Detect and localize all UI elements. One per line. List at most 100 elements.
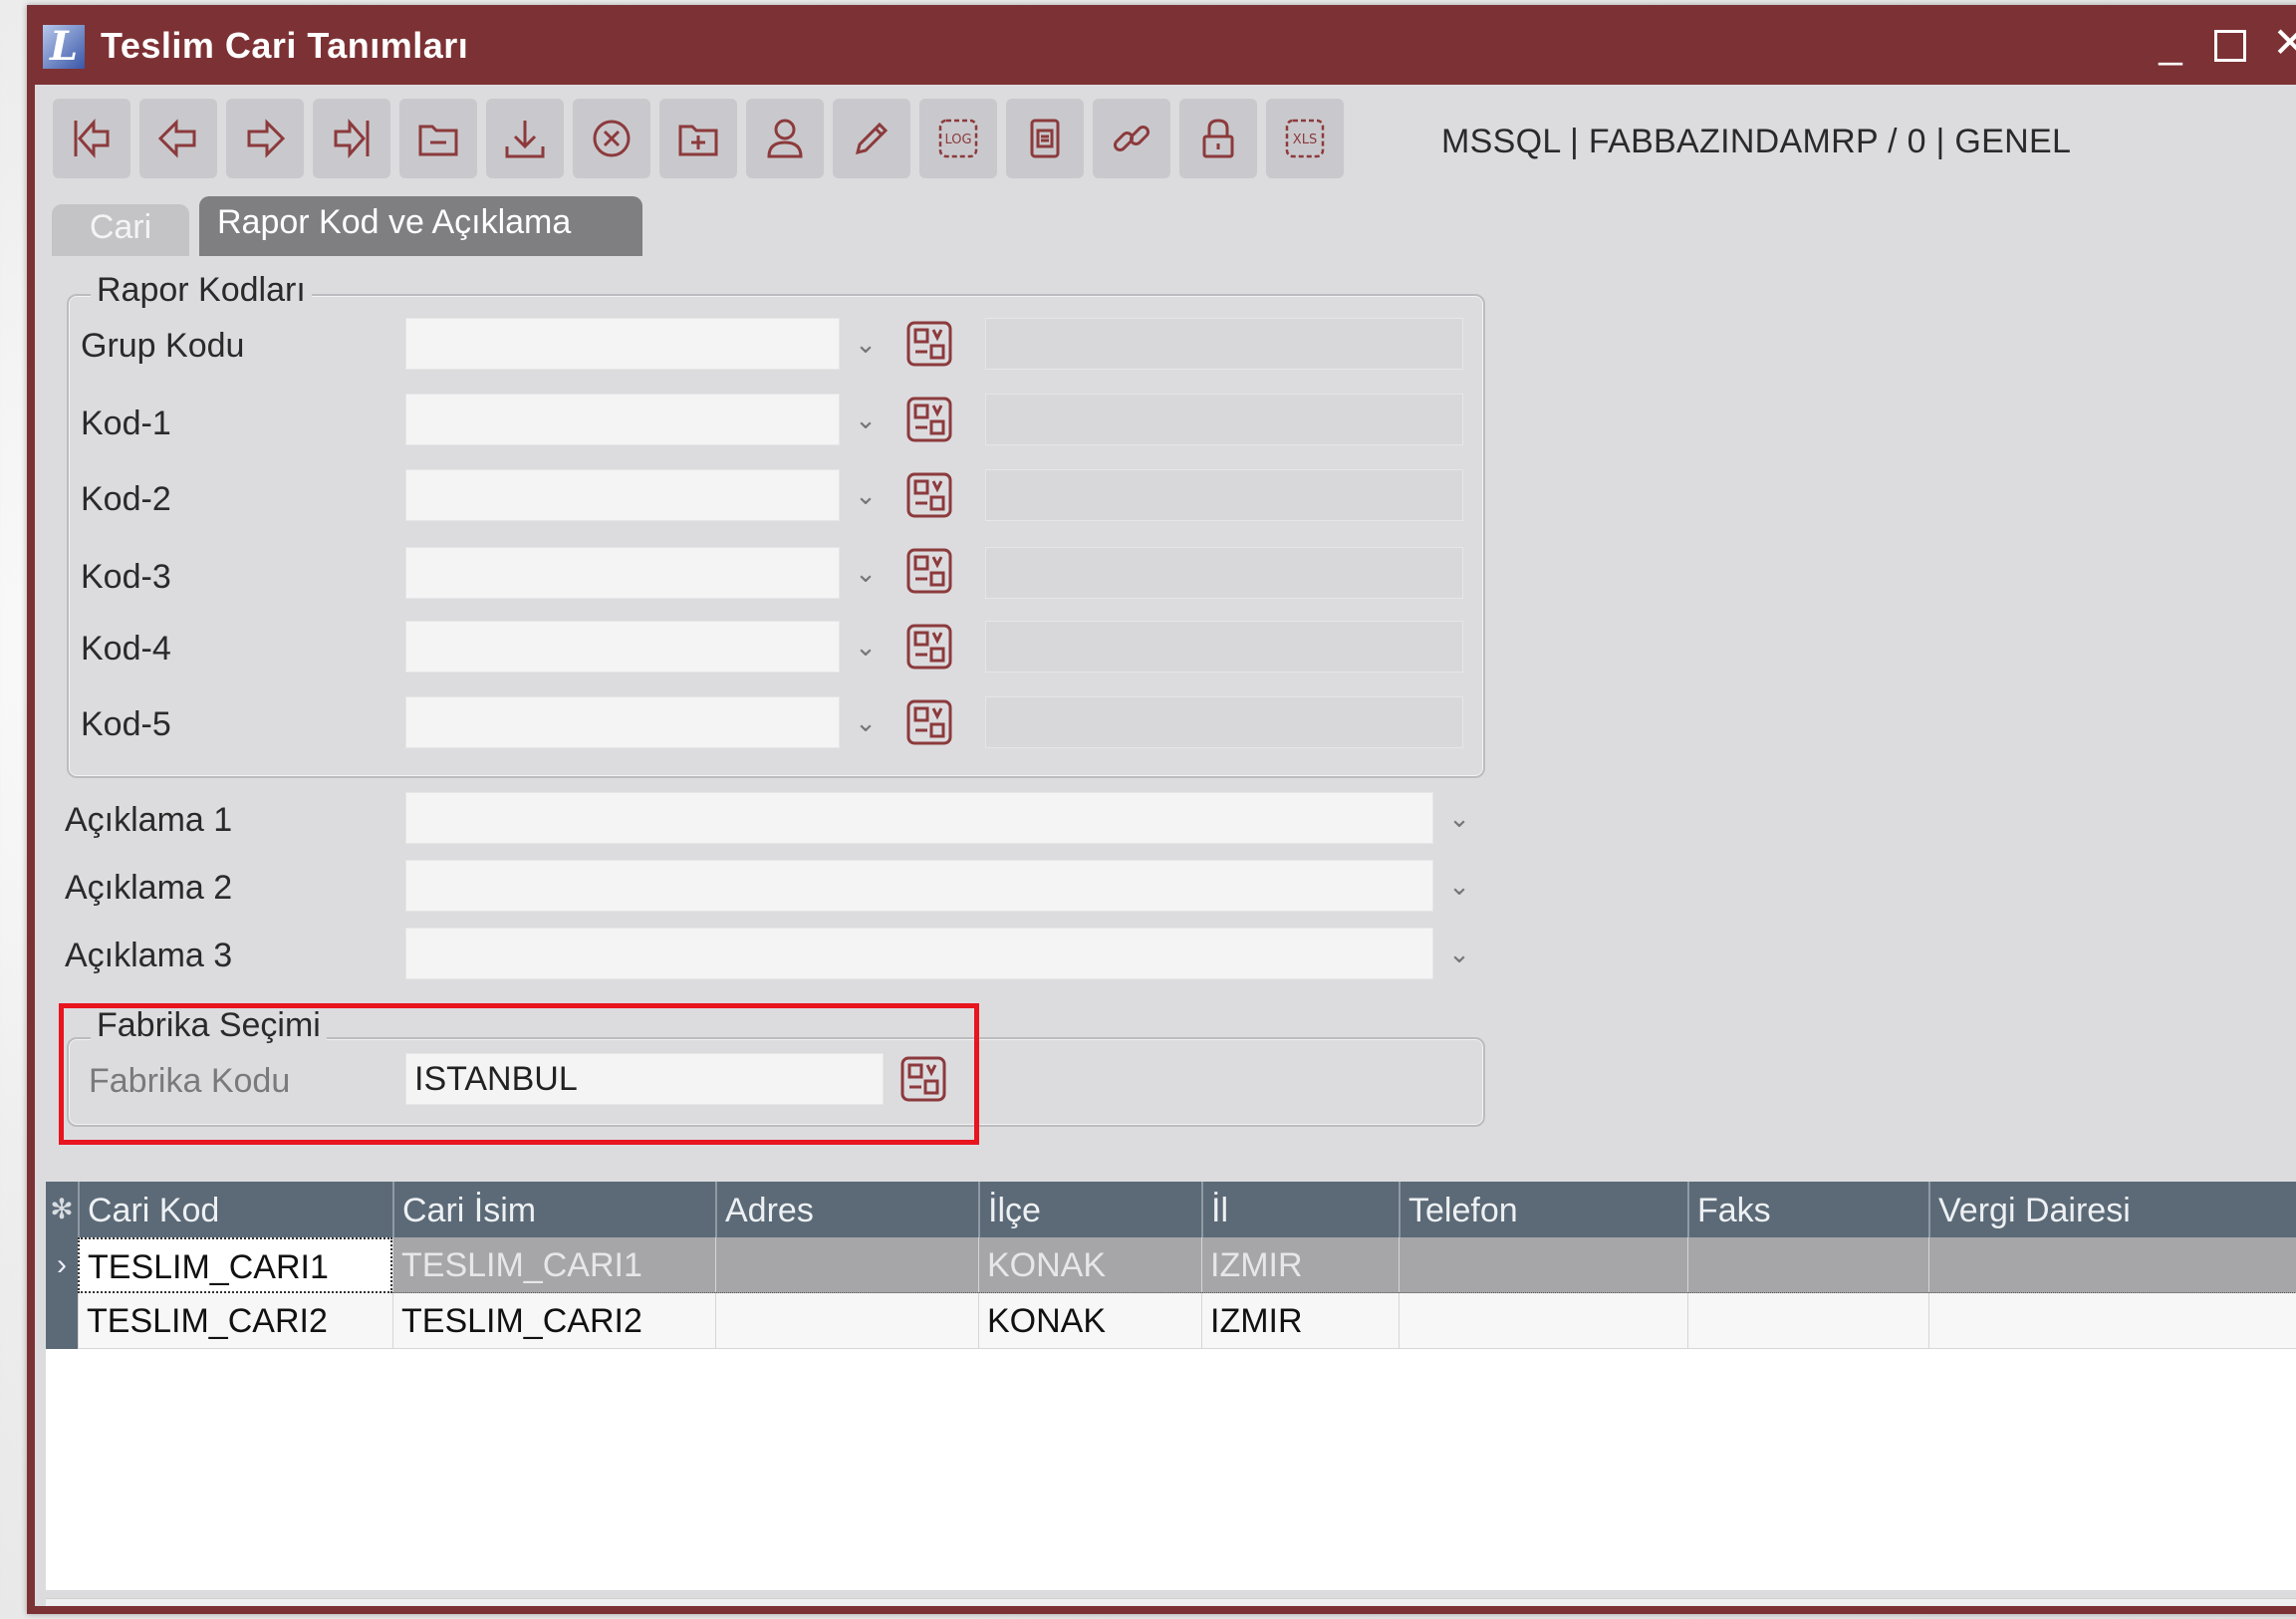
connection-info: MSSQL | FABBAZINDAMRP / 0 | GENEL <box>1441 123 2072 160</box>
kod-4-lookup-button[interactable] <box>903 621 955 673</box>
link-icon <box>1113 125 1150 152</box>
aciklama-2-dropdown-icon[interactable]: ⌄ <box>1443 870 1475 902</box>
kod-5-lookup-button[interactable] <box>903 696 955 748</box>
kod-4-input[interactable] <box>405 621 840 673</box>
kod-4-description <box>985 621 1463 673</box>
kod-4-dropdown-icon[interactable]: ⌄ <box>850 631 882 663</box>
grid-corner-icon[interactable]: ✻ <box>46 1182 78 1237</box>
app-logo-icon: L <box>43 25 85 69</box>
cell-il[interactable]: IZMIR <box>1201 1237 1399 1293</box>
maximize-icon <box>2214 29 2246 62</box>
rapor-kodlari-title: Rapor Kodları <box>91 270 312 310</box>
main-window: L Teslim Cari Tanımları _ ✕ LOG XLS MSSQ… <box>27 5 2296 1614</box>
aciklama-3-dropdown-icon[interactable]: ⌄ <box>1443 938 1475 969</box>
kod-1-lookup-button[interactable] <box>903 394 955 445</box>
close-button[interactable]: ✕ <box>2268 19 2296 67</box>
maximize-button[interactable] <box>2208 19 2252 67</box>
aciklama-1-dropdown-icon[interactable]: ⌄ <box>1443 802 1475 834</box>
kod-5-input[interactable] <box>405 696 840 748</box>
kod-2-input[interactable] <box>405 469 840 521</box>
horizontal-scrollbar[interactable]: < > <box>46 1598 2296 1606</box>
first-record-button[interactable] <box>53 99 130 178</box>
edit-button[interactable] <box>833 99 910 178</box>
cell-ilce[interactable]: KONAK <box>978 1237 1201 1293</box>
cell-cari-isim[interactable]: TESLIM_CARI2 <box>392 1293 715 1349</box>
copy-button[interactable] <box>659 99 737 178</box>
kod-3-dropdown-icon[interactable]: ⌄ <box>850 557 882 589</box>
log-button-label: LOG <box>944 133 971 147</box>
kod-3-lookup-button[interactable] <box>903 545 955 597</box>
lookup-icon <box>906 548 952 594</box>
aciklama-2-input[interactable] <box>405 860 1433 912</box>
cell-vergi-dairesi[interactable] <box>1928 1237 2296 1293</box>
row-indicator <box>46 1293 78 1349</box>
cari-grid: ✻ Cari Kod Cari İsim Adres İlçe İl Telef… <box>46 1182 2296 1590</box>
last-record-button[interactable] <box>313 99 390 178</box>
cancel-circle-icon <box>593 120 631 157</box>
cell-faks[interactable] <box>1687 1293 1928 1349</box>
kod-2-lookup-button[interactable] <box>903 469 955 521</box>
new-record-button[interactable] <box>399 99 477 178</box>
kod-5-dropdown-icon[interactable]: ⌄ <box>850 706 882 738</box>
grup-kodu-lookup-button[interactable] <box>903 318 955 370</box>
cell-adres[interactable] <box>715 1237 978 1293</box>
col-header-cari-isim[interactable]: Cari İsim <box>392 1182 715 1237</box>
grup-kodu-dropdown-icon[interactable]: ⌄ <box>850 328 882 360</box>
table-row[interactable]: › TESLIM_CARI1 TESLIM_CARI1 KONAK IZMIR <box>46 1237 2296 1293</box>
kod-3-input[interactable] <box>405 547 840 599</box>
fabrika-highlight-box <box>59 1003 979 1145</box>
first-icon <box>74 119 110 158</box>
tab-rapor-kod-aciklama[interactable]: Rapor Kod ve Açıklama <box>199 196 642 256</box>
cell-vergi-dairesi[interactable] <box>1928 1293 2296 1349</box>
col-header-vergi-dairesi[interactable]: Vergi Dairesi <box>1928 1182 2296 1237</box>
col-header-il[interactable]: İl <box>1201 1182 1399 1237</box>
tab-cari[interactable]: Cari <box>52 204 189 256</box>
kod-1-input[interactable] <box>405 394 840 445</box>
col-header-ilce[interactable]: İlçe <box>978 1182 1201 1237</box>
kod-3-description <box>985 547 1463 599</box>
aciklama-3-input[interactable] <box>405 928 1433 979</box>
aciklama-1-input[interactable] <box>405 792 1433 844</box>
lookup-icon <box>906 472 952 518</box>
col-header-cari-kod[interactable]: Cari Kod <box>78 1182 392 1237</box>
save-button[interactable] <box>486 99 564 178</box>
minimize-button[interactable]: _ <box>2149 19 2192 67</box>
cell-cari-isim[interactable]: TESLIM_CARI1 <box>392 1237 715 1293</box>
user-button[interactable] <box>746 99 824 178</box>
cell-cari-kod[interactable]: TESLIM_CARI1 <box>78 1237 392 1293</box>
kod-1-dropdown-icon[interactable]: ⌄ <box>850 404 882 435</box>
previous-record-button[interactable] <box>139 99 217 178</box>
lookup-icon <box>906 624 952 670</box>
kod-4-label: Kod-4 <box>81 630 171 668</box>
cell-ilce[interactable]: KONAK <box>978 1293 1201 1349</box>
col-header-faks[interactable]: Faks <box>1687 1182 1928 1237</box>
aciklama-3-label: Açıklama 3 <box>65 937 233 974</box>
kod-2-description <box>985 469 1463 521</box>
cell-cari-kod[interactable]: TESLIM_CARI2 <box>78 1293 392 1349</box>
document-button[interactable] <box>1006 99 1084 178</box>
grup-kodu-input[interactable] <box>405 318 840 370</box>
delete-button[interactable] <box>573 99 650 178</box>
cell-il[interactable]: IZMIR <box>1201 1293 1399 1349</box>
excel-button[interactable]: XLS <box>1266 99 1344 178</box>
table-row[interactable]: TESLIM_CARI2 TESLIM_CARI2 KONAK IZMIR <box>46 1293 2296 1349</box>
col-header-adres[interactable]: Adres <box>715 1182 978 1237</box>
next-record-button[interactable] <box>226 99 304 178</box>
scroll-right-icon[interactable]: > <box>2279 1599 2296 1606</box>
log-button[interactable]: LOG <box>919 99 997 178</box>
kod-2-dropdown-icon[interactable]: ⌄ <box>850 479 882 511</box>
col-header-telefon[interactable]: Telefon <box>1399 1182 1687 1237</box>
pencil-icon <box>855 122 889 155</box>
cell-telefon[interactable] <box>1399 1293 1687 1349</box>
cell-adres[interactable] <box>715 1293 978 1349</box>
link-button[interactable] <box>1093 99 1170 178</box>
lock-button[interactable] <box>1179 99 1257 178</box>
title-bar[interactable]: L Teslim Cari Tanımları _ ✕ <box>27 5 2296 85</box>
cell-telefon[interactable] <box>1399 1237 1687 1293</box>
kod-1-description <box>985 394 1463 445</box>
scroll-left-icon[interactable]: < <box>46 1599 86 1606</box>
client-area: LOG XLS MSSQL | FABBAZINDAMRP / 0 | GENE… <box>35 85 2296 1606</box>
cell-faks[interactable] <box>1687 1237 1928 1293</box>
user-icon <box>767 119 803 158</box>
lookup-icon <box>906 397 952 442</box>
